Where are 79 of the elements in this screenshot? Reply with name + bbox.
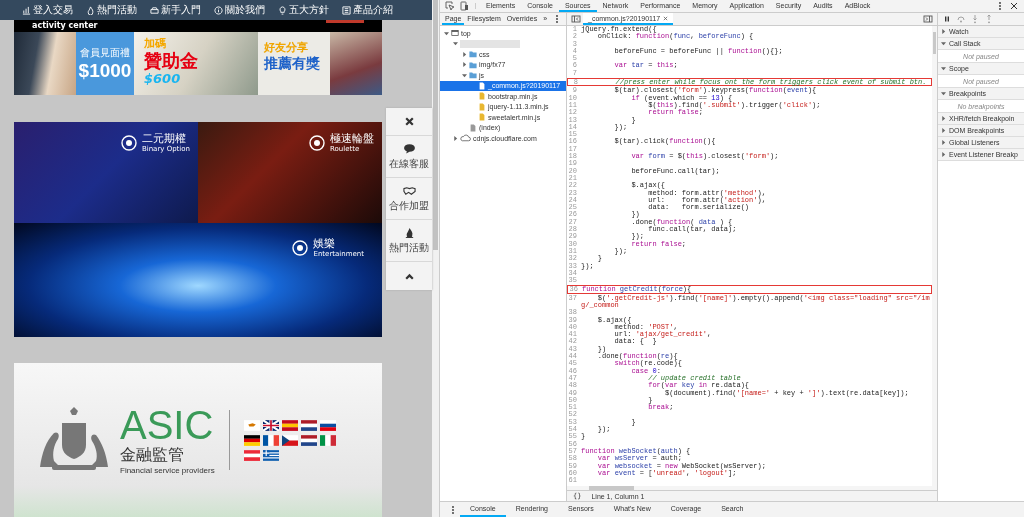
blurred-label	[460, 39, 520, 48]
sidebar-toggle-icon[interactable]	[571, 14, 581, 24]
expand-arrow-icon[interactable]	[941, 91, 946, 96]
photo-placeholder	[330, 32, 382, 95]
expand-arrow-icon[interactable]	[941, 41, 946, 46]
promo-banner[interactable]: 加碼 贊助金 $600	[134, 32, 258, 95]
banner-amount: $600	[144, 71, 182, 86]
expand-arrow-icon[interactable]	[941, 29, 946, 34]
car-icon	[150, 5, 159, 15]
expand-arrow-icon[interactable]	[941, 140, 946, 145]
scrollbar[interactable]	[432, 0, 439, 517]
code-editor[interactable]	[567, 26, 937, 486]
banner-caption: 會員見面禮	[80, 45, 130, 60]
ring-icon	[292, 239, 309, 256]
game-title: 極速輪盤	[330, 132, 374, 145]
inspect-icon[interactable]	[445, 1, 455, 11]
flag-icon	[281, 419, 298, 431]
flag-icon	[243, 419, 260, 431]
menu-item[interactable]: 在線客服	[386, 136, 432, 178]
activity-label: activity center	[32, 20, 98, 32]
flag-icon	[281, 434, 298, 446]
scrollbar[interactable]	[567, 486, 937, 490]
expand-arrow-icon[interactable]	[444, 30, 449, 36]
banner-headline: 加碼	[144, 36, 167, 51]
flag-icon	[243, 449, 260, 461]
bulb-icon	[278, 5, 287, 15]
chart-icon	[22, 5, 31, 15]
banner-title: 推薦有獎	[264, 55, 321, 73]
close-icon[interactable]	[1009, 1, 1019, 11]
expand-arrow-icon[interactable]	[462, 51, 467, 57]
menu-item[interactable]: 合作加盟	[386, 178, 432, 220]
regulator-subtitle: Financial service providers	[120, 466, 215, 475]
step-over-icon[interactable]	[956, 14, 966, 24]
expand-arrow-icon[interactable]	[462, 72, 467, 78]
banner-title: 贊助金	[144, 51, 199, 71]
menu-item[interactable]: 熱門活動	[386, 220, 432, 262]
banner-headline: 好友分享	[264, 40, 309, 55]
regulator-title: 金融監管	[120, 445, 185, 466]
flag-icon	[262, 419, 279, 431]
expand-arrow-icon[interactable]	[941, 116, 946, 121]
cloud-icon	[460, 134, 471, 143]
nav-link[interactable]: 登入交易	[22, 3, 73, 17]
nav-link[interactable]: 五大方針	[278, 3, 329, 17]
close-button[interactable]	[386, 108, 432, 136]
nav-link[interactable]: 熱門活動	[86, 3, 137, 17]
info-icon	[214, 5, 223, 15]
device-icon[interactable]	[459, 1, 469, 11]
banner-amount: $1000	[78, 59, 132, 82]
scrollbar[interactable]	[932, 26, 937, 486]
window-icon	[451, 29, 459, 38]
ring-icon	[120, 134, 137, 151]
sidebar-toggle-icon[interactable]	[923, 14, 933, 24]
flame-icon	[86, 5, 95, 15]
expand-arrow-icon[interactable]	[453, 135, 458, 141]
flag-icon	[243, 434, 260, 446]
game-title: 娛樂	[313, 237, 337, 250]
expand-arrow-icon[interactable]	[941, 152, 946, 157]
flag-icon	[262, 449, 279, 461]
expand-arrow-icon[interactable]	[462, 62, 467, 68]
list-icon	[342, 5, 351, 15]
nav-link[interactable]: 關於我們	[214, 3, 265, 17]
photo-placeholder	[14, 32, 76, 95]
nav-link[interactable]: 產品介紹	[342, 3, 393, 17]
flag-icon	[300, 434, 317, 446]
flag-icon	[262, 434, 279, 446]
expand-arrow-icon[interactable]	[453, 41, 458, 47]
expand-arrow-icon[interactable]	[941, 66, 946, 71]
game-title: 二元期權	[141, 132, 187, 145]
chat-bubble-icon	[402, 142, 416, 154]
handshake-icon	[402, 184, 416, 196]
flag-icon	[319, 419, 336, 431]
ring-icon	[309, 134, 325, 151]
promo-banner[interactable]: 好友分享 推薦有獎	[258, 32, 382, 95]
expand-arrow-icon[interactable]	[941, 128, 946, 133]
nav-link[interactable]: 新手入門	[150, 3, 201, 17]
flag-icon	[319, 434, 336, 446]
flag-icon	[300, 419, 317, 431]
regulator-name: ASIC	[120, 405, 215, 445]
pause-icon[interactable]	[942, 14, 952, 24]
